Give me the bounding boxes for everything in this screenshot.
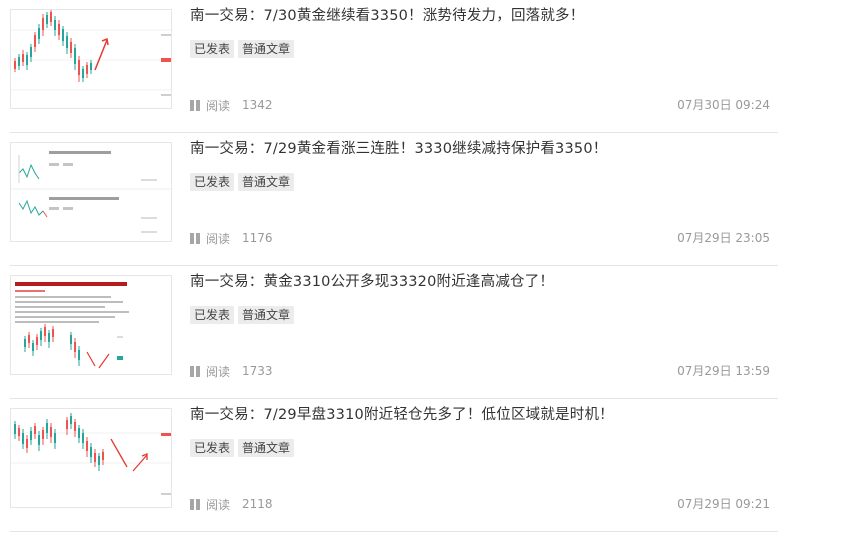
read-stats: 阅读 1733 xyxy=(190,363,273,379)
article-tags: 已发表 普通文章 xyxy=(190,439,295,457)
type-tag: 普通文章 xyxy=(238,439,295,457)
read-label: 阅读 xyxy=(206,364,231,379)
status-tag: 已发表 xyxy=(190,306,235,324)
article-title[interactable]: 南一交易：7/30黄金继续看3350！涨势待发力，回落就多！ xyxy=(190,6,584,26)
type-tag: 普通文章 xyxy=(238,306,295,324)
publish-date: 07月29日 09:21 xyxy=(677,497,770,511)
read-count: 1176 xyxy=(242,231,273,245)
publish-date: 07月29日 13:59 xyxy=(677,364,770,378)
read-count: 1342 xyxy=(242,98,273,112)
book-icon xyxy=(190,365,201,377)
article-item[interactable]: 南一交易：黄金3310公开多现33320附近逢高减仓了！ 已发表 普通文章 阅读… xyxy=(10,266,778,399)
read-count: 1733 xyxy=(242,364,273,378)
article-title[interactable]: 南一交易：黄金3310公开多现33320附近逢高减仓了！ xyxy=(190,272,554,292)
article-tags: 已发表 普通文章 xyxy=(190,173,295,191)
status-tag: 已发表 xyxy=(190,40,235,58)
article-chart-screenshot-thumbnail xyxy=(11,276,171,374)
read-stats: 阅读 1342 xyxy=(190,97,273,113)
article-item[interactable]: 南一交易：7/29早盘3310附近轻仓先多了！低位区域就是时机！ 已发表 普通文… xyxy=(10,399,778,532)
book-icon xyxy=(190,232,201,244)
read-stats: 阅读 1176 xyxy=(190,230,273,246)
article-item[interactable]: 南一交易：7/29黄金看涨三连胜！3330继续减持保护看3350！ 已发表 普通… xyxy=(10,133,778,266)
type-tag: 普通文章 xyxy=(238,40,295,58)
status-tag: 已发表 xyxy=(190,439,235,457)
read-count: 2118 xyxy=(242,497,273,511)
publish-date: 07月29日 23:05 xyxy=(677,231,770,245)
read-label: 阅读 xyxy=(206,231,231,246)
status-tag: 已发表 xyxy=(190,173,235,191)
article-thumbnail[interactable] xyxy=(10,9,172,109)
candlestick-chart-thumbnail xyxy=(11,10,171,96)
article-thumbnail[interactable] xyxy=(10,142,172,242)
article-tags: 已发表 普通文章 xyxy=(190,40,295,58)
article-title[interactable]: 南一交易：7/29黄金看涨三连胜！3330继续减持保护看3350！ xyxy=(190,139,607,159)
candlestick-chart-thumbnail xyxy=(11,413,171,495)
read-label: 阅读 xyxy=(206,497,231,512)
read-label: 阅读 xyxy=(206,98,231,113)
type-tag: 普通文章 xyxy=(238,173,295,191)
article-item[interactable]: 南一交易：7/30黄金继续看3350！涨势待发力，回落就多！ 已发表 普通文章 … xyxy=(10,0,778,133)
book-icon xyxy=(190,498,201,510)
article-screenshot-thumbnail xyxy=(11,143,171,241)
article-tags: 已发表 普通文章 xyxy=(190,306,295,324)
read-stats: 阅读 2118 xyxy=(190,496,273,512)
article-thumbnail[interactable] xyxy=(10,275,172,375)
divider xyxy=(10,531,778,532)
article-thumbnail[interactable] xyxy=(10,408,172,508)
book-icon xyxy=(190,99,201,111)
article-title[interactable]: 南一交易：7/29早盘3310附近轻仓先多了！低位区域就是时机！ xyxy=(190,405,614,425)
publish-date: 07月30日 09:24 xyxy=(677,98,770,112)
